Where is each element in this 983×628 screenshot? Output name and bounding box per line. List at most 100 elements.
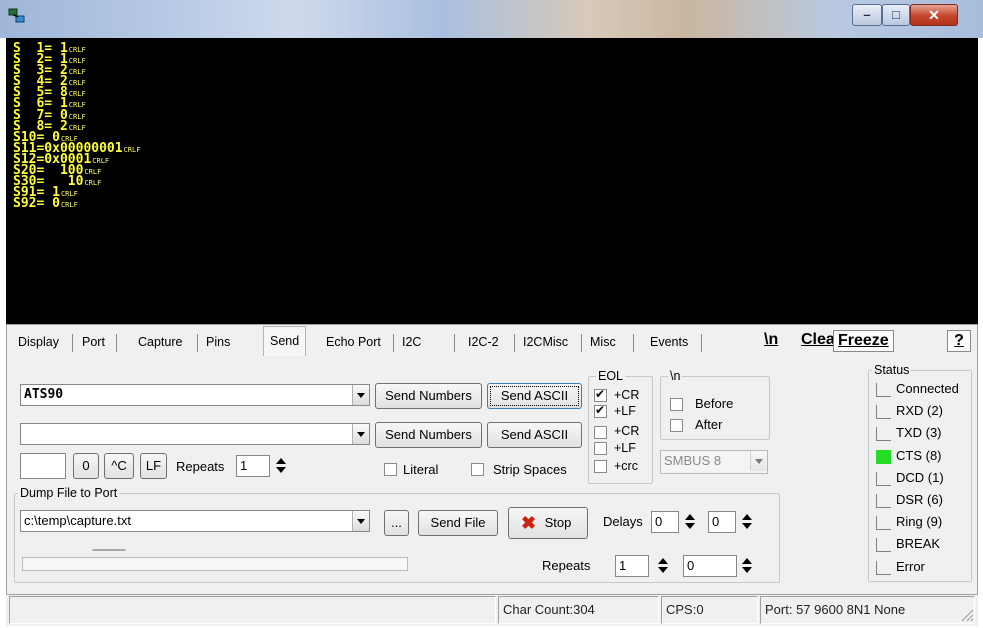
terminal-line: S10= 0CRLF — [13, 131, 978, 144]
send-ascii-button-2[interactable]: Send ASCII — [487, 422, 582, 448]
send-ctrl-c-button[interactable]: ^C — [104, 453, 134, 479]
send-ascii-button-1[interactable]: Send ASCII — [487, 383, 582, 409]
status-led-indicator — [876, 560, 891, 575]
status-group-title: Status — [872, 363, 912, 377]
send-zero-button[interactable]: 0 — [73, 453, 99, 479]
terminal-line: S 7= 0CRLF — [13, 109, 978, 122]
dump-file-path-combo[interactable]: c:\temp\capture.txt — [20, 510, 370, 532]
terminal-line: S 2= 1CRLF — [13, 53, 978, 66]
eol-lf-2-checkbox[interactable] — [594, 442, 607, 455]
before-checkbox[interactable] — [670, 398, 683, 411]
literal-label: Literal — [403, 462, 439, 477]
delay-1-value: 0 — [655, 514, 663, 529]
eol-cr-2-label: +CR — [614, 424, 640, 438]
tab-separator — [581, 334, 582, 352]
stop-x-icon: ✖ — [521, 513, 537, 533]
chevron-down-icon[interactable] — [352, 511, 369, 531]
terminal-line: S11=0x00000001CRLF — [13, 142, 978, 155]
crlf-marker: CRLF — [68, 112, 86, 121]
dump-repeats-1-spinner[interactable] — [655, 556, 671, 576]
literal-checkbox[interactable] — [384, 463, 397, 476]
freeze-button[interactable]: Freeze — [833, 330, 894, 352]
chevron-down-icon[interactable] — [352, 424, 369, 444]
stop-label: Stop — [544, 515, 572, 530]
crlf-marker: CRLF — [84, 179, 102, 188]
delay-1-input[interactable]: 0 — [651, 511, 679, 533]
terminal-line: S20= 100CRLF — [13, 164, 978, 177]
tab-send[interactable]: Send — [263, 326, 307, 356]
eol-lf-checkbox[interactable] — [594, 403, 607, 418]
tab-pins[interactable]: Pins — [200, 328, 236, 356]
strip-spaces-label: Strip Spaces — [493, 462, 567, 477]
tab-i2cmisc[interactable]: I2CMisc — [517, 328, 574, 356]
send-numbers-button-2[interactable]: Send Numbers — [375, 422, 482, 448]
delay-2-spinner[interactable] — [739, 512, 755, 532]
crlf-marker: CRLF — [68, 123, 86, 132]
tab-i2c-2[interactable]: I2C-2 — [462, 328, 505, 356]
tab-capture[interactable]: Capture — [132, 328, 188, 356]
repeats-spinner[interactable] — [273, 456, 289, 476]
delay-2-input[interactable]: 0 — [708, 511, 736, 533]
newline-group-title: \n — [668, 369, 683, 383]
title-bar[interactable]: – □ ✕ — [0, 0, 983, 38]
crlf-marker: CRLF — [68, 101, 86, 110]
dump-repeats-1-input[interactable]: 1 — [615, 555, 649, 577]
tab-i2c[interactable]: I2C — [396, 328, 427, 356]
send-line-1-combo[interactable]: ATS90 — [20, 384, 370, 406]
eol-cr-2-checkbox[interactable] — [594, 426, 607, 439]
minimize-button[interactable]: – — [852, 4, 882, 26]
delay-1-spinner[interactable] — [682, 512, 698, 532]
terminal-line: S 3= 2CRLF — [13, 64, 978, 77]
eol-cr-checkbox[interactable] — [594, 387, 607, 402]
dump-repeats-2-input[interactable]: 0 — [683, 555, 737, 577]
char-input[interactable] — [20, 453, 66, 479]
resize-grip-icon[interactable] — [958, 606, 974, 622]
terminal-line: S 6= 1CRLF — [13, 97, 978, 110]
tab-separator — [514, 334, 515, 352]
status-led-label: DCD (1) — [896, 469, 944, 485]
terminal-line: S91= 1CRLF — [13, 186, 978, 199]
stop-button[interactable]: ✖ Stop — [508, 507, 588, 539]
status-led-indicator — [876, 494, 891, 508]
browse-file-button[interactable]: ... — [384, 510, 409, 536]
repeats-input[interactable]: 1 — [236, 455, 270, 477]
tab-display[interactable]: Display — [12, 328, 65, 356]
tab-misc[interactable]: Misc — [584, 328, 622, 356]
status-led-label: DSR (6) — [896, 492, 943, 507]
crlf-marker: CRLF — [60, 201, 78, 210]
dump-file-group-title: Dump File to Port — [18, 486, 120, 500]
status-led-indicator — [876, 427, 891, 442]
chevron-down-icon[interactable] — [750, 451, 767, 471]
terminal-output[interactable]: S 1= 1CRLF S 2= 1CRLF S 3= 2CRLF S 4= 2CRLF… — [6, 38, 978, 324]
eol-crc-checkbox[interactable] — [594, 460, 607, 473]
after-checkbox[interactable] — [670, 419, 683, 432]
tab-port[interactable]: Port — [76, 328, 111, 356]
tab-separator — [454, 334, 455, 352]
smbus-select[interactable]: SMBUS 8 — [660, 450, 768, 474]
dump-repeats-2-value: 0 — [687, 558, 695, 573]
terminal-line: S92= 0CRLF — [13, 197, 978, 210]
status-led-indicator — [876, 383, 891, 397]
chevron-down-icon[interactable] — [352, 385, 369, 405]
terminal-line: S12=0x0001CRLF — [13, 153, 978, 166]
close-button[interactable]: ✕ — [910, 4, 958, 26]
dump-repeats-2-spinner[interactable] — [739, 556, 755, 576]
newline-toggle-button[interactable]: \n — [763, 330, 779, 352]
help-button[interactable]: ? — [947, 330, 971, 352]
terminal-line: S 8= 2CRLF — [13, 120, 978, 133]
maximize-button[interactable]: □ — [882, 4, 910, 26]
app-icon — [8, 8, 25, 23]
status-led-label: Connected — [896, 381, 959, 396]
send-numbers-button-1[interactable]: Send Numbers — [375, 383, 482, 409]
status-led-label: Ring (9) — [896, 514, 943, 530]
dump-file-path-value: c:\temp\capture.txt — [24, 513, 131, 528]
tab-echo-port[interactable]: Echo Port — [320, 328, 387, 356]
send-file-button[interactable]: Send File — [418, 510, 498, 536]
send-line-2-combo[interactable] — [20, 423, 370, 445]
status-led-label: TXD (3) — [896, 425, 942, 441]
tab-events[interactable]: Events — [644, 328, 694, 356]
terminal-line: S 5= 8CRLF — [13, 86, 978, 99]
send-line-1-value: ATS90 — [24, 387, 64, 402]
strip-spaces-checkbox[interactable] — [471, 463, 484, 476]
send-lf-button[interactable]: LF — [140, 453, 167, 479]
